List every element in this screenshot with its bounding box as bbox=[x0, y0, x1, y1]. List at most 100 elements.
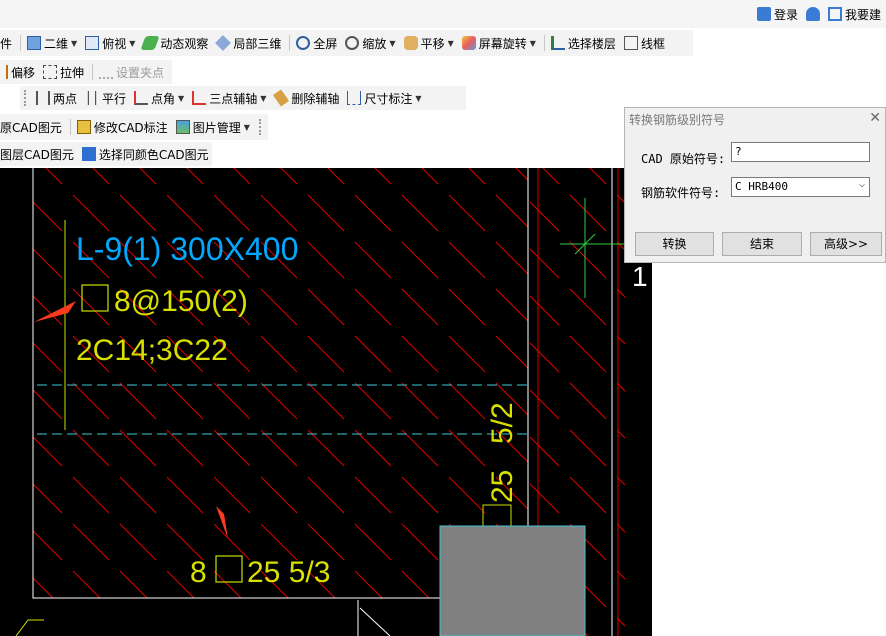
toolbar-grip[interactable] bbox=[24, 90, 29, 106]
offset-button[interactable]: 偏移 bbox=[0, 62, 38, 82]
convert-rebar-symbol-dialog[interactable]: 转换钢筋级别符号 ✕ CAD 原始符号: ? 钢筋软件符号: C HRB400 … bbox=[624, 107, 886, 263]
yellow-fragment bbox=[15, 619, 29, 636]
modify-cad-dimension-button[interactable]: 修改CAD标注 bbox=[74, 117, 171, 137]
hatch-stroke bbox=[401, 476, 439, 514]
hatch-stroke bbox=[335, 618, 371, 636]
hatch-stroke bbox=[307, 476, 345, 514]
stretch-button[interactable]: 拉伸 bbox=[40, 62, 87, 82]
floor-icon bbox=[550, 36, 565, 50]
hatch-stroke bbox=[33, 483, 63, 514]
annotation-arrow bbox=[216, 506, 228, 539]
hatch-stroke bbox=[616, 288, 625, 298]
hatch-stroke bbox=[616, 476, 625, 486]
hatch-stroke bbox=[543, 168, 579, 184]
cad-item-button[interactable]: 原CAD图元 bbox=[0, 117, 65, 137]
hatch-stroke bbox=[616, 570, 625, 580]
offset-icon bbox=[0, 65, 8, 79]
hatch-stroke bbox=[72, 382, 110, 420]
hatch-stroke bbox=[382, 477, 418, 513]
hatch-stroke bbox=[119, 570, 148, 598]
hatch-stroke bbox=[45, 168, 63, 185]
select-floor-button[interactable]: 选择楼层 bbox=[548, 33, 619, 53]
convert-button[interactable]: 转换 bbox=[635, 232, 714, 256]
hatch-stroke bbox=[335, 477, 371, 513]
notification-button[interactable] bbox=[803, 4, 823, 24]
hatch-stroke bbox=[72, 523, 110, 561]
hatch-stroke bbox=[590, 524, 626, 560]
dropdown-arrow-icon: ▼ bbox=[71, 38, 78, 48]
hatch-stroke bbox=[0, 383, 15, 419]
parallel-axis-button[interactable]: 平行 bbox=[82, 88, 129, 108]
top-view-button[interactable]: 俯视 ▼ bbox=[82, 33, 138, 53]
rebar-symbol-box bbox=[81, 284, 109, 312]
toolbar-grip[interactable] bbox=[258, 119, 264, 135]
same-color-cad-button[interactable]: 选择同颜色CAD图元 bbox=[79, 144, 212, 164]
bottom-rebar-text: 25 5/3 bbox=[247, 556, 330, 589]
eraser-icon bbox=[273, 89, 290, 107]
advanced-button[interactable]: 高级>> bbox=[810, 232, 882, 256]
wireframe-button[interactable]: 线框 bbox=[621, 33, 668, 53]
chevron-down-icon: ⌵ bbox=[858, 179, 865, 190]
delete-axis-button[interactable]: 删除辅轴 bbox=[271, 88, 342, 108]
hatch-stroke bbox=[260, 335, 298, 373]
pan-button[interactable]: 平移 ▼ bbox=[401, 33, 457, 53]
dropdown-arrow-icon: ▼ bbox=[447, 38, 454, 48]
hatch-stroke bbox=[448, 194, 486, 232]
hatch-stroke bbox=[166, 382, 204, 420]
set-grip-button[interactable]: 设置夹点 bbox=[96, 62, 167, 82]
fullscreen-button[interactable]: 全屏 bbox=[293, 33, 340, 53]
hatch-stroke bbox=[307, 241, 345, 279]
partial-tool[interactable]: 件 bbox=[0, 33, 15, 53]
hatch-stroke bbox=[119, 194, 157, 232]
hatch-stroke bbox=[327, 168, 345, 185]
cad-symbol-input[interactable]: ? bbox=[731, 142, 870, 162]
hatch-stroke bbox=[448, 335, 486, 373]
angle-icon bbox=[134, 91, 149, 105]
hatch-stroke bbox=[590, 383, 626, 419]
image-manager-button[interactable]: 图片管理 ▼ bbox=[173, 117, 253, 137]
hatch-stroke bbox=[616, 382, 625, 392]
three-point-axis-button[interactable]: 三点辅轴 ▼ bbox=[189, 88, 269, 108]
dropdown-arrow-icon: ▼ bbox=[529, 38, 536, 48]
hatch-stroke bbox=[335, 524, 371, 560]
hatch-stroke bbox=[241, 168, 277, 184]
bell-icon bbox=[805, 7, 820, 21]
zoom-extents-icon bbox=[296, 36, 311, 50]
hatch-stroke bbox=[0, 477, 15, 513]
zoom-button[interactable]: 缩放 ▼ bbox=[342, 33, 398, 53]
hatch-stroke bbox=[476, 242, 512, 278]
build-button[interactable]: 我要建 bbox=[825, 4, 884, 24]
hatch-stroke bbox=[335, 383, 371, 419]
point-angle-axis-button[interactable]: 点角 ▼ bbox=[131, 88, 187, 108]
hatch-stroke bbox=[476, 195, 512, 231]
hand-icon bbox=[403, 36, 418, 50]
end-button[interactable]: 结束 bbox=[722, 232, 802, 256]
close-icon[interactable]: ✕ bbox=[869, 110, 881, 126]
hatch-stroke bbox=[382, 430, 418, 466]
toolbar-cad: 原CAD图元 修改CAD标注 图片管理 ▼ bbox=[0, 114, 268, 140]
two-point-axis-button[interactable]: 两点 bbox=[33, 88, 80, 108]
view-2d-button[interactable]: 二维 ▼ bbox=[24, 33, 80, 53]
hatch-stroke bbox=[33, 342, 63, 373]
hatch-stroke bbox=[429, 195, 465, 231]
separator bbox=[543, 35, 545, 51]
hatch-stroke bbox=[476, 289, 512, 325]
local-3d-button[interactable]: 局部三维 bbox=[213, 33, 284, 53]
hatch-stroke bbox=[194, 430, 230, 466]
orbit-button[interactable]: 动态观察 bbox=[140, 33, 211, 53]
hatch-stroke bbox=[119, 476, 157, 514]
layer-cad-button[interactable]: 图层CAD图元 bbox=[0, 144, 77, 164]
hatch-stroke bbox=[429, 477, 465, 513]
hatch-stroke bbox=[448, 382, 486, 420]
login-button[interactable]: 登录 bbox=[754, 4, 801, 24]
rotate-screen-button[interactable]: 屏幕旋转 ▼ bbox=[459, 33, 539, 53]
hatch-stroke bbox=[119, 523, 157, 561]
hatch-stroke bbox=[166, 194, 204, 232]
hatch-stroke bbox=[100, 430, 136, 466]
hatch-stroke bbox=[354, 335, 392, 373]
hatch-stroke bbox=[186, 168, 204, 185]
dimension-button[interactable]: 尺寸标注 ▼ bbox=[344, 88, 424, 108]
separator bbox=[289, 35, 291, 51]
separator bbox=[69, 119, 71, 135]
software-symbol-select[interactable]: C HRB400 ⌵ bbox=[731, 177, 870, 197]
